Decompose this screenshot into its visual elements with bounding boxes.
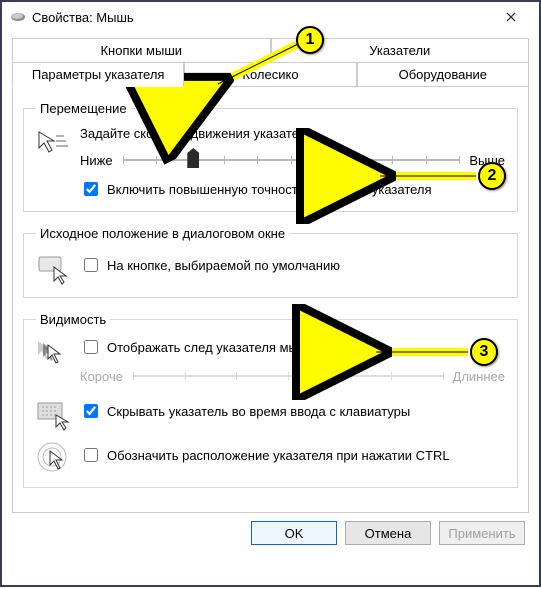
trail-slider bbox=[133, 365, 443, 387]
trail-label: Отображать след указателя мыши bbox=[107, 340, 316, 355]
group-visibility: Видимость Отображать след указателя мыши… bbox=[23, 312, 518, 488]
locate-label: Обозначить расположение указателя при на… bbox=[107, 448, 450, 463]
trail-input[interactable] bbox=[84, 340, 98, 354]
group-snap: Исходное положение в диалоговом окне На … bbox=[23, 226, 518, 298]
tab-pointer-options[interactable]: Параметры указателя bbox=[12, 62, 184, 87]
slider-label-slow: Ниже bbox=[80, 153, 113, 168]
apply-button[interactable]: Применить bbox=[439, 521, 525, 545]
snap-input[interactable] bbox=[84, 258, 98, 272]
hide-typing-label: Скрывать указатель во время ввода с клав… bbox=[107, 404, 410, 419]
button-row: OK Отмена Применить bbox=[2, 513, 539, 557]
slider-label-fast: Выше bbox=[469, 153, 505, 168]
tab-buttons[interactable]: Кнопки мыши bbox=[12, 38, 271, 62]
enhance-precision-checkbox[interactable]: Включить повышенную точность установки у… bbox=[80, 179, 505, 199]
pointer-speed-prompt: Задайте скорость движения указателя: bbox=[80, 126, 505, 141]
tab-wheel[interactable]: Колесико bbox=[184, 62, 356, 87]
hide-typing-checkbox[interactable]: Скрывать указатель во время ввода с клав… bbox=[80, 401, 505, 421]
trail-short-label: Короче bbox=[80, 369, 123, 384]
cancel-button[interactable]: Отмена bbox=[345, 521, 431, 545]
titlebar: Свойства: Мышь bbox=[2, 2, 539, 32]
close-button[interactable] bbox=[491, 4, 531, 30]
enhance-precision-label: Включить повышенную точность установки у… bbox=[107, 182, 432, 197]
group-motion-legend: Перемещение bbox=[36, 101, 131, 116]
trail-checkbox[interactable]: Отображать след указателя мыши bbox=[80, 337, 505, 357]
mouse-icon bbox=[10, 9, 26, 25]
tab-hardware[interactable]: Оборудование bbox=[357, 62, 529, 87]
pointer-speed-slider[interactable] bbox=[123, 149, 460, 171]
locate-input[interactable] bbox=[84, 448, 98, 462]
tab-pointers[interactable]: Указатели bbox=[271, 38, 530, 62]
trail-icon bbox=[36, 337, 70, 371]
ok-button[interactable]: OK bbox=[251, 521, 337, 545]
group-visibility-legend: Видимость bbox=[36, 312, 110, 327]
trail-long-label: Длиннее bbox=[453, 369, 505, 384]
snap-checkbox[interactable]: На кнопке, выбираемой по умолчанию bbox=[80, 255, 505, 275]
snap-label: На кнопке, выбираемой по умолчанию bbox=[107, 258, 340, 273]
locate-icon bbox=[36, 441, 70, 475]
hide-typing-icon bbox=[36, 397, 70, 431]
group-motion: Перемещение Задайте скорость движения ук… bbox=[23, 101, 518, 212]
snap-icon bbox=[36, 251, 70, 285]
enhance-precision-input[interactable] bbox=[84, 182, 98, 196]
pointer-speed-icon bbox=[36, 126, 70, 160]
tab-strip: Кнопки мыши Указатели Параметры указател… bbox=[2, 32, 539, 87]
hide-typing-input[interactable] bbox=[84, 404, 98, 418]
tab-panel-pointer-options: Перемещение Задайте скорость движения ук… bbox=[12, 87, 529, 513]
group-snap-legend: Исходное положение в диалоговом окне bbox=[36, 226, 289, 241]
locate-checkbox[interactable]: Обозначить расположение указателя при на… bbox=[80, 445, 505, 465]
window-title: Свойства: Мышь bbox=[32, 10, 491, 25]
